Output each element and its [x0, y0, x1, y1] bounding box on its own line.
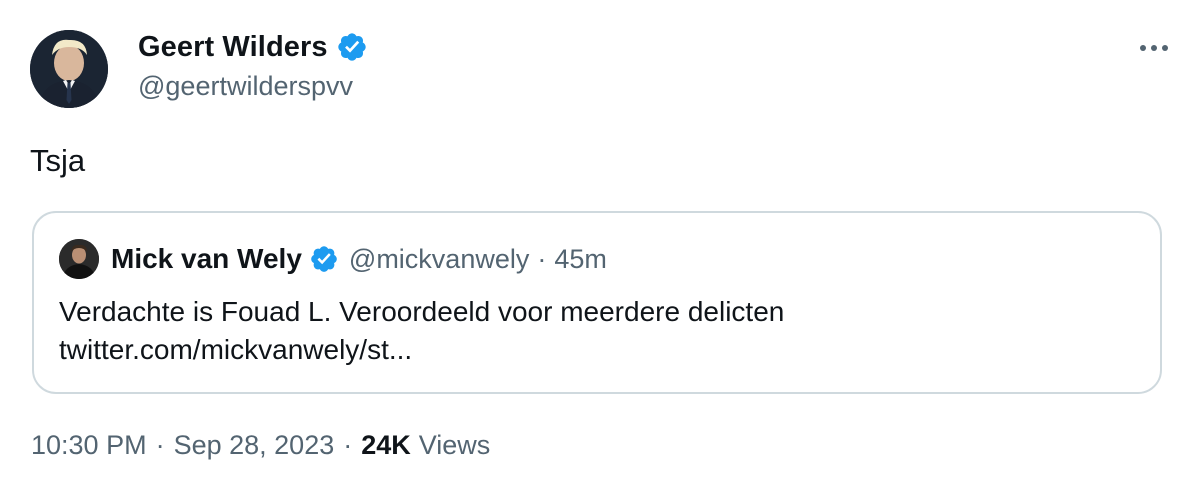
quoted-author-avatar[interactable] [59, 239, 99, 279]
quoted-tweet-header: Mick van Wely @mickvanwely · 45m [111, 240, 607, 278]
tweet: Geert Wilders @geertwilderspvv Tsja Mick… [0, 0, 1200, 501]
quoted-tweet-card[interactable]: Mick van Wely @mickvanwely · 45m Verdach… [32, 211, 1162, 394]
tweet-text: Tsja [30, 143, 86, 178]
tweet-date[interactable]: Sep 28, 2023 [174, 430, 335, 461]
quoted-author-handle[interactable]: @mickvanwely [349, 244, 529, 275]
verified-badge-icon [336, 31, 368, 63]
tweet-meta: 10:30 PM · Sep 28, 2023 · 24K Views [31, 430, 490, 461]
verified-badge-icon [309, 244, 339, 274]
quoted-tweet-link[interactable]: twitter.com/mickvanwely/st... [59, 331, 1139, 369]
dot-separator: · [537, 243, 547, 274]
views-label: Views [418, 430, 491, 460]
quoted-tweet-text: Verdachte is Fouad L. Veroordeeld voor m… [59, 293, 1139, 369]
author-avatar[interactable] [30, 30, 108, 108]
dot-separator: · [343, 430, 353, 460]
quoted-tweet-text-line: Verdachte is Fouad L. Veroordeeld voor m… [59, 296, 785, 327]
author-handle[interactable]: @geertwilderspvv [138, 71, 353, 102]
more-options-button[interactable] [1134, 36, 1174, 60]
quoted-tweet-time[interactable]: 45m [554, 244, 607, 275]
quoted-author-name[interactable]: Mick van Wely [111, 243, 302, 275]
more-horizontal-icon [1140, 45, 1168, 51]
tweet-time[interactable]: 10:30 PM [31, 430, 147, 461]
views-count: 24K [361, 430, 411, 460]
dot-separator: · [155, 430, 165, 460]
author-name[interactable]: Geert Wilders [138, 31, 328, 64]
author-name-row: Geert Wilders [138, 28, 368, 66]
